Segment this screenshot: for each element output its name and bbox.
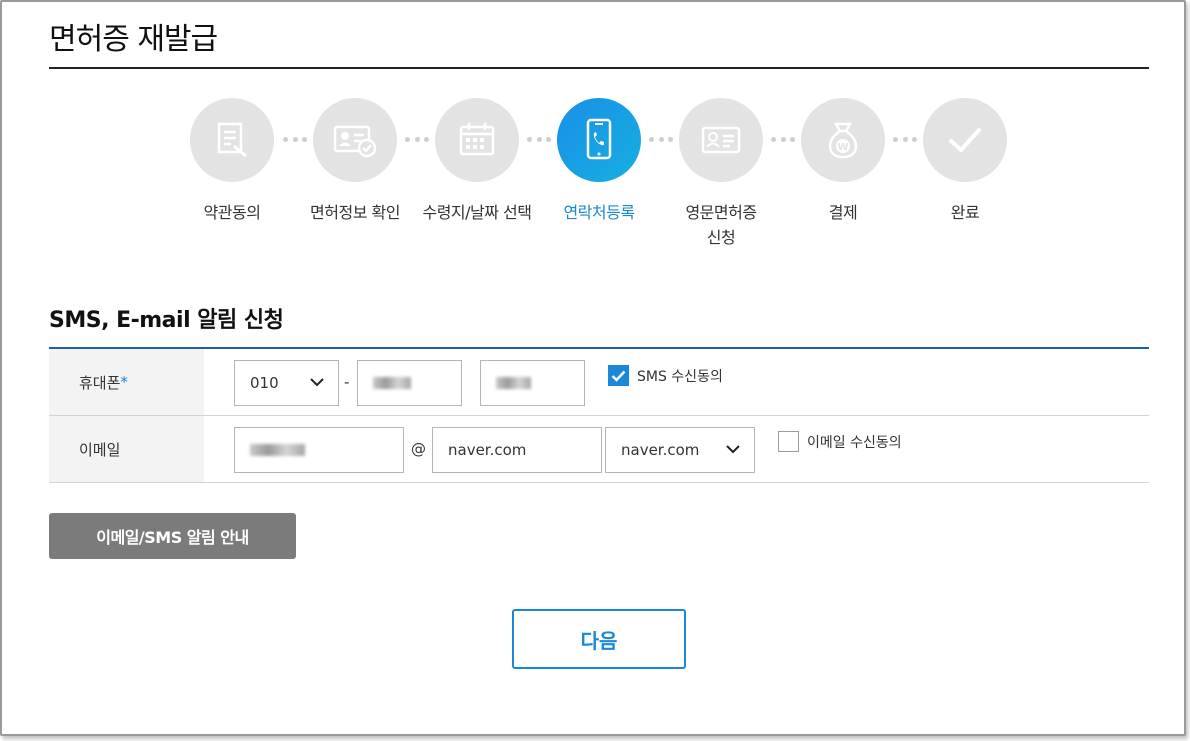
svg-text:W: W (837, 142, 848, 153)
step-label: 완료 (950, 203, 980, 222)
step-contact: 연락처등록 (529, 98, 669, 225)
phone-row: 휴대폰 * 010 - SMS 수신동의 (49, 349, 1149, 416)
phone-icon (557, 98, 641, 182)
email-consent-label: 이메일 수신동의 (807, 434, 902, 451)
page-title: 면허증 재발급 (49, 22, 218, 57)
step-complete: 완료 (895, 98, 1035, 225)
email-id-input[interactable] (234, 427, 404, 473)
email-domain-input[interactable]: naver.com (432, 427, 602, 473)
step-label: 약관동의 (203, 203, 261, 222)
phone-label: 휴대폰 * (49, 349, 204, 415)
step-label: 결제 (828, 203, 858, 222)
step-english-license: 영문면허증 신청 (651, 98, 791, 250)
checkbox-checked-icon (608, 365, 629, 386)
phone-middle-input[interactable] (357, 360, 462, 406)
masked-value (373, 377, 411, 389)
calendar-icon (435, 98, 519, 182)
email-consent-checkbox[interactable]: 이메일 수신동의 (778, 431, 902, 452)
step-label: 면허정보 확인 (310, 203, 400, 222)
checkmark-icon (923, 98, 1007, 182)
email-row: 이메일 @ naver.com naver.com 이메일 수신동의 (49, 416, 1149, 483)
notification-guide-button[interactable]: 이메일/SMS 알림 안내 (49, 513, 296, 559)
email-domain-select[interactable]: naver.com (605, 427, 755, 473)
masked-value (250, 444, 305, 456)
checkbox-unchecked-icon (778, 431, 799, 452)
step-payment: W 결제 (773, 98, 913, 225)
phone-last-input[interactable] (480, 360, 585, 406)
required-mark: * (120, 373, 128, 391)
email-label: 이메일 (49, 416, 204, 482)
license-check-icon (313, 98, 397, 182)
step-terms: 약관동의 (162, 98, 302, 225)
id-card-icon (679, 98, 763, 182)
progress-steps: 약관동의 면허정보 확인 수령지/날짜 선택 연락처등록 영문면허증 신청 W 결… (0, 98, 1190, 258)
step-label: 영문면허증 신청 (685, 203, 757, 247)
money-bag-icon: W (801, 98, 885, 182)
phone-prefix-select[interactable]: 010 (234, 360, 339, 406)
notification-form: 휴대폰 * 010 - SMS 수신동의 이메일 @ naver.com nav… (49, 347, 1149, 483)
next-button[interactable]: 다음 (512, 609, 686, 669)
phone-separator: - (344, 373, 350, 391)
chevron-down-icon (310, 378, 324, 387)
step-pickup-date: 수령지/날짜 선택 (407, 98, 547, 225)
chevron-down-icon (726, 445, 740, 454)
step-license-info: 면허정보 확인 (285, 98, 425, 225)
masked-value (496, 377, 531, 389)
step-label: 수령지/날짜 선택 (422, 203, 532, 222)
section-title: SMS, E-mail 알림 신청 (49, 308, 284, 333)
document-icon (190, 98, 274, 182)
sms-consent-label: SMS 수신동의 (637, 368, 723, 385)
step-label: 연락처등록 (563, 203, 635, 222)
sms-consent-checkbox[interactable]: SMS 수신동의 (608, 365, 723, 386)
at-sign: @ (411, 440, 426, 458)
title-divider (49, 67, 1149, 69)
